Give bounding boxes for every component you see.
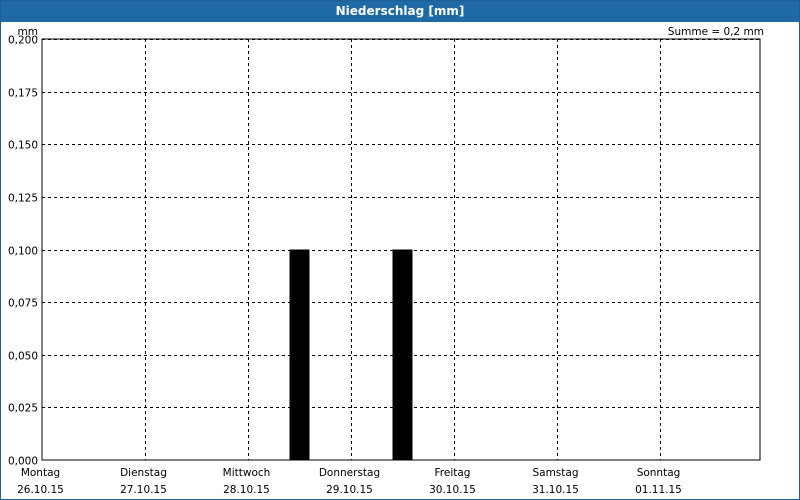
y-tick-label: 0,000: [8, 456, 38, 468]
precipitation-bar: [392, 249, 413, 460]
precipitation-bar: [289, 249, 310, 460]
x-tick-weekday: Donnerstag: [319, 467, 380, 479]
x-tick-date: 26.10.15: [17, 484, 64, 496]
x-tick-weekday: Freitag: [435, 467, 471, 479]
x-tick-weekday: Mittwoch: [223, 467, 271, 479]
x-tick-date: 28.10.15: [223, 484, 270, 496]
y-tick-label: 0,050: [8, 351, 38, 363]
y-tick-label: 0,100: [8, 246, 38, 258]
y-tick-label: 0,125: [8, 193, 38, 205]
x-tick-date: 31.10.15: [532, 484, 579, 496]
x-tick-weekday: Sonntag: [637, 467, 681, 479]
y-tick-label: 0,150: [8, 140, 38, 152]
x-tick-date: 29.10.15: [326, 484, 373, 496]
y-tick-label: 0,075: [8, 298, 38, 310]
x-tick-weekday: Samstag: [532, 467, 578, 479]
y-axis-label: mm: [18, 26, 38, 38]
precipitation-chart: 0,000 0,025 0,050 0,075 0,100 0,125 0,150 0,175…: [8, 26, 761, 496]
x-tick-weekday: Dienstag: [120, 467, 167, 479]
x-tick-weekday: Montag: [21, 467, 60, 479]
x-tick-date: 01.11.15: [635, 484, 682, 496]
y-tick-label: 0,175: [8, 88, 38, 100]
y-tick-label: 0,025: [8, 403, 38, 415]
x-tick-date: 27.10.15: [120, 484, 167, 496]
x-tick-date: 30.10.15: [429, 484, 476, 496]
